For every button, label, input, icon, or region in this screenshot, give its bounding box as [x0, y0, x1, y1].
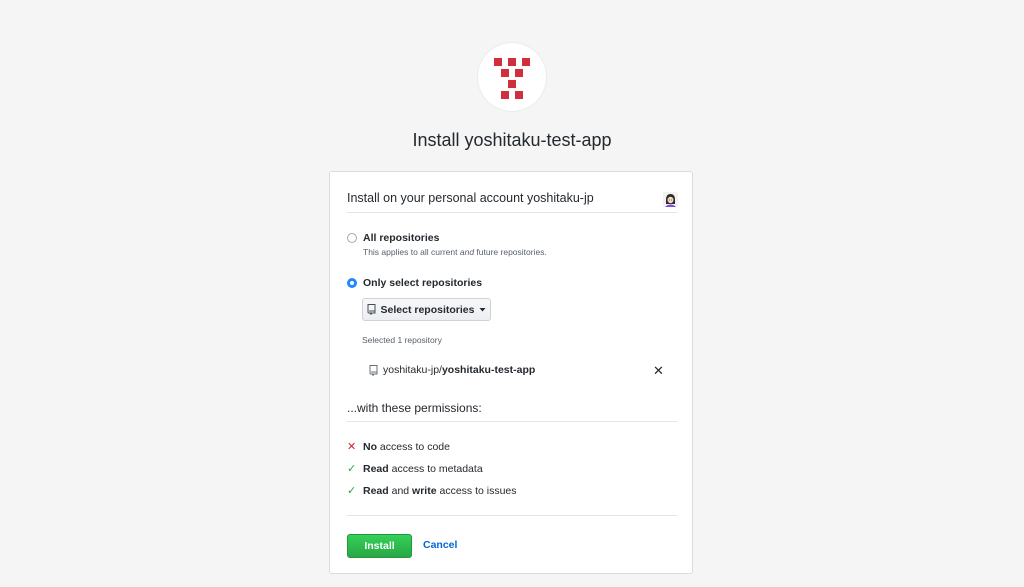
cancel-link[interactable]: Cancel: [423, 539, 457, 551]
permission-item: ✓ Read and write access to issues: [347, 484, 517, 498]
selected-repo-item: yoshitaku-jp/yoshitaku-test-app: [369, 364, 535, 376]
permission-text: Read and write access to issues: [363, 484, 517, 497]
radio-select-repositories[interactable]: [347, 278, 357, 288]
repo-icon: [367, 304, 376, 315]
install-button[interactable]: Install: [347, 534, 412, 558]
divider: [347, 515, 677, 516]
check-icon: ✓: [347, 463, 357, 475]
app-logo-icon: [494, 58, 530, 99]
page-title: Install yoshitaku-test-app: [412, 130, 612, 150]
permission-item: ✕ No access to code: [347, 440, 450, 454]
selected-count: Selected 1 repository: [362, 335, 442, 345]
permission-text: No access to code: [363, 440, 450, 453]
divider: [347, 421, 677, 422]
permission-text: Read access to metadata: [363, 462, 483, 475]
caret-down-icon: [479, 308, 486, 312]
repo-icon: [369, 364, 378, 376]
app-logo: [478, 43, 546, 111]
selected-repo-name: yoshitaku-jp/yoshitaku-test-app: [383, 364, 536, 376]
all-repositories-label[interactable]: All repositories: [363, 232, 439, 244]
all-repositories-description: This applies to all current and future r…: [363, 247, 547, 257]
remove-repo-close-icon[interactable]: ✕: [653, 364, 664, 377]
check-icon: ✓: [347, 485, 357, 497]
install-card: Install on your personal account yoshita…: [329, 171, 693, 574]
account-label: Install on your personal account yoshita…: [347, 191, 594, 205]
divider: [347, 212, 677, 213]
select-repositories-button-label: Select repositories: [380, 303, 475, 316]
permission-item: ✓ Read access to metadata: [347, 462, 483, 476]
x-icon: ✕: [347, 441, 357, 453]
user-avatar-icon: [663, 192, 678, 207]
permissions-heading: ...with these permissions:: [347, 401, 482, 415]
select-repositories-button[interactable]: Select repositories: [362, 298, 491, 321]
select-repositories-label[interactable]: Only select repositories: [363, 277, 482, 289]
radio-all-repositories[interactable]: [347, 233, 357, 243]
